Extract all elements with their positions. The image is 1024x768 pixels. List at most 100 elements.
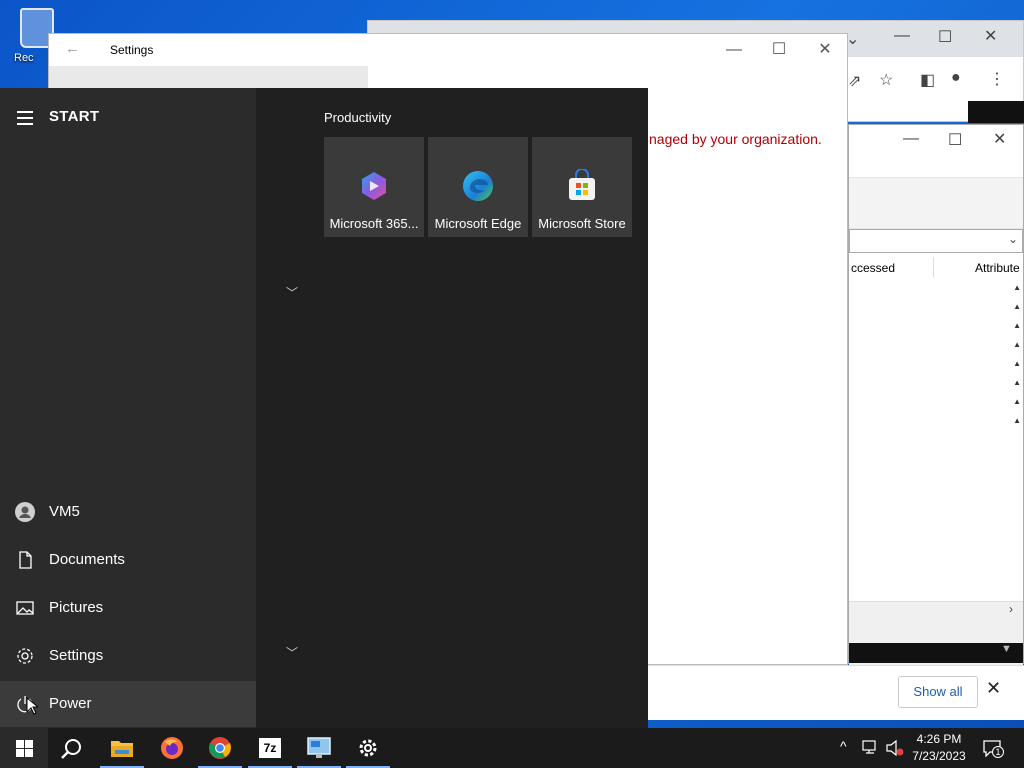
- tile-microsoft-edge[interactable]: Microsoft Edge: [428, 137, 528, 237]
- close-icon[interactable]: ✕: [984, 26, 997, 46]
- side-panel-icon[interactable]: ◧: [920, 70, 935, 90]
- back-arrow-icon[interactable]: ←: [65, 40, 80, 57]
- start-menu: START VM5 Documents Pictures Settings Po…: [0, 88, 648, 728]
- volume-muted-icon[interactable]: [885, 739, 905, 757]
- explorer-window: — ☐ ✕ ⌄ ccessed Attribute ▲ ▲ ▲ ▲ ▲ ▲ ▲ …: [848, 124, 1024, 665]
- taskbar-chrome[interactable]: [196, 728, 244, 768]
- row-marker: ▲: [1013, 302, 1021, 311]
- horizontal-scrollbar[interactable]: ›: [849, 601, 1023, 619]
- user-avatar-icon: [15, 502, 35, 522]
- footer-dark-strip: [849, 643, 1023, 663]
- column-divider[interactable]: [933, 257, 934, 277]
- maximize-icon[interactable]: ☐: [948, 130, 962, 150]
- taskbar: 7z ^ 4:26 PM 7/23/2023 1: [0, 728, 1024, 768]
- microsoft-365-icon: [362, 172, 386, 200]
- row-marker: ▲: [1013, 359, 1021, 368]
- edge-icon: [463, 171, 493, 201]
- rail-item-pictures[interactable]: Pictures: [0, 585, 256, 631]
- profile-avatar-icon[interactable]: ●: [951, 69, 961, 87]
- show-all-button[interactable]: Show all: [898, 676, 978, 708]
- clock-time: 4:26 PM: [916, 732, 962, 746]
- chrome-icon: [209, 737, 231, 759]
- chevron-down-icon[interactable]: ﹀: [286, 644, 298, 661]
- search-button[interactable]: [48, 728, 96, 768]
- rail-item-label: Pictures: [49, 599, 104, 616]
- close-icon[interactable]: ✕: [986, 678, 1001, 699]
- notification-bar: Show all ✕: [648, 665, 1024, 720]
- settings-titlebar: ← Settings — ☐ ✕: [49, 34, 847, 66]
- row-marker: ▲: [1013, 416, 1021, 425]
- explorer-footer: ▼: [849, 619, 1023, 665]
- network-icon[interactable]: [862, 740, 880, 756]
- minimize-icon[interactable]: —: [894, 27, 910, 45]
- tab-search-icon[interactable]: ⌄: [846, 29, 859, 49]
- taskbar-settings[interactable]: [344, 728, 392, 768]
- remote-desktop-icon: [307, 737, 331, 758]
- browser-menu-icon[interactable]: ⋮: [989, 69, 1005, 89]
- tile-label: Microsoft Store: [538, 216, 626, 231]
- rail-item-documents[interactable]: Documents: [0, 537, 256, 583]
- pictures-icon: [16, 601, 34, 615]
- gear-icon: [17, 648, 33, 664]
- start-rail: START VM5 Documents Pictures Settings Po…: [0, 88, 256, 728]
- maximize-icon[interactable]: ☐: [756, 34, 802, 66]
- clock-date: 7/23/2023: [912, 749, 966, 763]
- taskbar-firefox[interactable]: [148, 728, 196, 768]
- rail-item-settings[interactable]: Settings: [0, 633, 256, 679]
- chevron-down-icon: ⌄: [1008, 232, 1019, 246]
- mouse-cursor-icon: [26, 697, 38, 715]
- row-marker: ▲: [1013, 283, 1021, 292]
- start-title: START: [49, 108, 100, 125]
- rail-item-label: Power: [49, 695, 92, 712]
- tile-microsoft-store[interactable]: Microsoft Store: [532, 137, 632, 237]
- row-marker: ▲: [1013, 321, 1021, 330]
- settings-icon: [359, 739, 377, 757]
- taskbar-remote-desktop[interactable]: [295, 728, 343, 768]
- column-attributes[interactable]: Attribute: [975, 261, 1020, 275]
- rail-item-label: Settings: [49, 647, 104, 664]
- rail-item-label: Documents: [49, 551, 125, 568]
- maximize-icon[interactable]: ☐: [938, 27, 952, 47]
- explorer-ribbon: [849, 177, 1023, 229]
- action-center-button[interactable]: 1: [982, 728, 1004, 768]
- row-marker: ▲: [1013, 397, 1021, 406]
- column-accessed[interactable]: ccessed: [851, 261, 895, 275]
- windows-logo-icon: [16, 740, 33, 757]
- minimize-icon[interactable]: —: [711, 34, 757, 66]
- start-button[interactable]: [0, 728, 48, 768]
- tile-label: Microsoft 365...: [329, 216, 419, 231]
- rail-item-power[interactable]: Power: [0, 681, 256, 727]
- browser-content-dark-strip: [968, 101, 1024, 123]
- settings-window-title: Settings: [110, 43, 154, 57]
- tile-group-title: Productivity: [324, 110, 392, 125]
- file-explorer-icon: [111, 741, 133, 757]
- close-icon[interactable]: ✕: [802, 34, 848, 66]
- taskbar-7zip[interactable]: 7z: [246, 728, 294, 768]
- chevron-down-icon[interactable]: ﹀: [286, 284, 298, 301]
- taskbar-file-explorer[interactable]: [98, 728, 146, 768]
- minimize-icon[interactable]: —: [903, 130, 919, 148]
- store-icon: [569, 169, 595, 200]
- chevron-down-icon[interactable]: ▼: [1001, 643, 1012, 655]
- explorer-column-header: ccessed Attribute: [849, 255, 1023, 277]
- tile-microsoft-365[interactable]: Microsoft 365...: [324, 137, 424, 237]
- document-icon: [19, 551, 32, 569]
- explorer-dropdown[interactable]: ⌄: [849, 229, 1023, 253]
- search-icon: [61, 739, 81, 759]
- hamburger-menu-icon[interactable]: [17, 111, 33, 129]
- show-hidden-icons-icon[interactable]: ^: [840, 738, 847, 768]
- explorer-titlebar: — ☐ ✕: [849, 125, 1023, 155]
- system-clock[interactable]: 4:26 PM 7/23/2023: [906, 731, 972, 765]
- managed-by-organization-text: naged by your organization.: [649, 131, 822, 147]
- rail-item-user[interactable]: VM5: [0, 489, 256, 535]
- share-icon[interactable]: ⇗: [848, 71, 861, 91]
- notification-count-badge: 1: [992, 746, 1004, 758]
- row-marker: ▲: [1013, 340, 1021, 349]
- close-icon[interactable]: ✕: [993, 129, 1006, 149]
- 7zip-icon: 7z: [259, 738, 281, 758]
- scroll-right-icon[interactable]: ›: [1009, 602, 1013, 616]
- firefox-icon: [161, 737, 183, 759]
- bookmark-star-icon[interactable]: ☆: [879, 70, 893, 90]
- tile-label: Microsoft Edge: [434, 216, 522, 231]
- row-marker: ▲: [1013, 378, 1021, 387]
